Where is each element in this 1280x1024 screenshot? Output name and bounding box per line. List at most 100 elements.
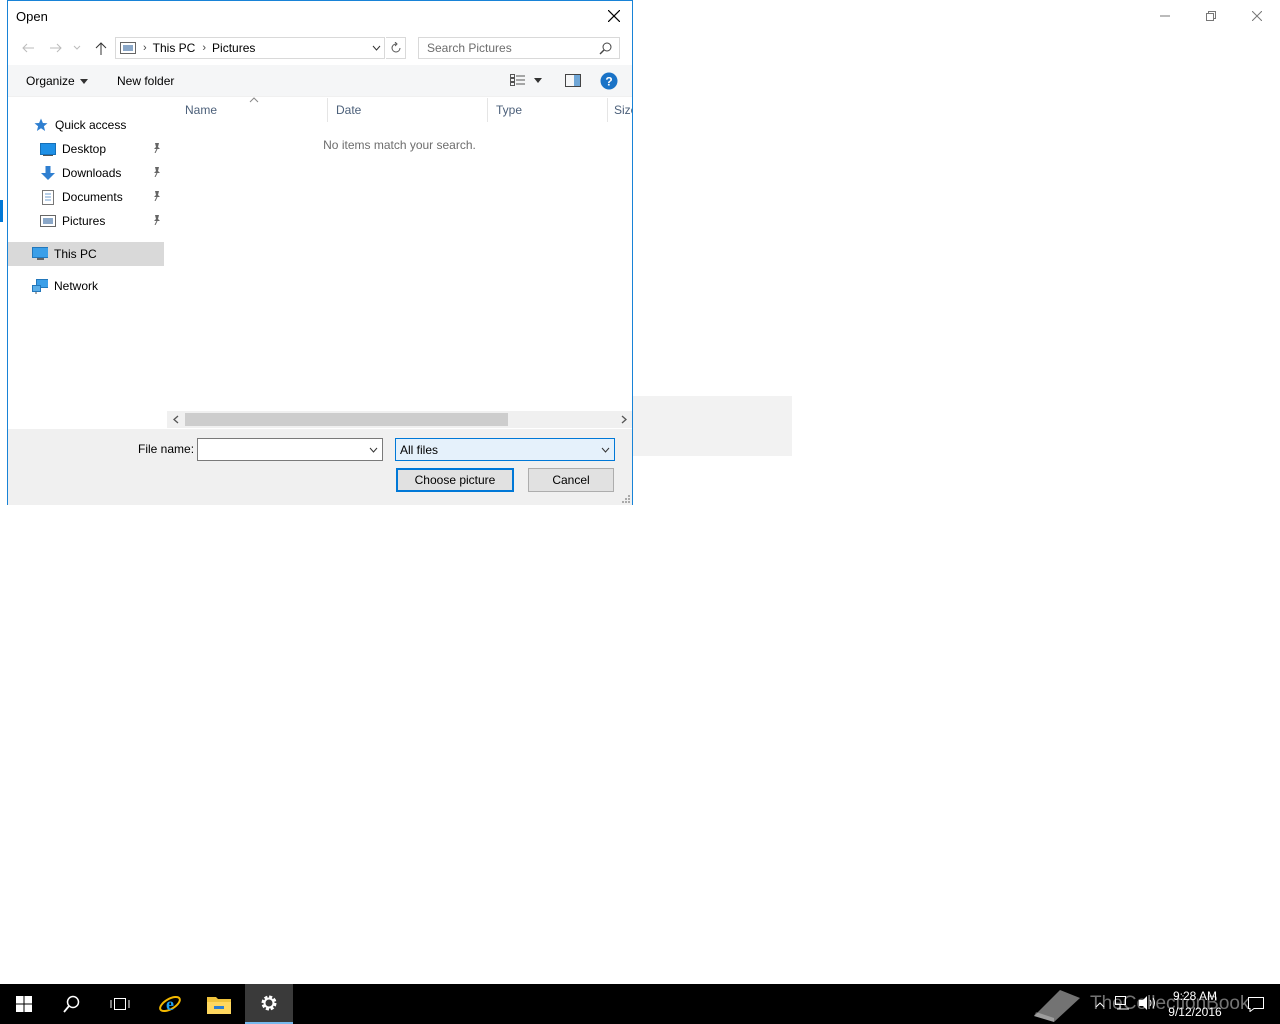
view-options-button[interactable] — [510, 74, 542, 86]
nav-label: Desktop — [62, 142, 107, 156]
forward-button[interactable] — [48, 40, 64, 56]
navigation-bar: › This PC › Pictures Search Pictures — [8, 35, 632, 63]
dialog-close-button[interactable] — [602, 5, 626, 27]
nav-item-downloads[interactable]: Downloads — [8, 161, 164, 185]
restore-button[interactable] — [1188, 0, 1234, 32]
desktop-icon — [40, 141, 56, 157]
network-icon — [32, 278, 48, 294]
pictures-icon — [40, 213, 56, 229]
choose-picture-button[interactable]: Choose picture — [396, 468, 514, 492]
nav-item-network[interactable]: Network — [8, 274, 164, 298]
forward-arrow-icon — [50, 43, 62, 53]
column-header-date[interactable]: Date — [328, 98, 488, 122]
close-icon — [608, 10, 620, 22]
navigation-pane: Quick access Desktop Downloads Documents — [8, 98, 168, 428]
nav-item-pictures[interactable]: Pictures — [8, 209, 164, 233]
refresh-button[interactable] — [386, 37, 406, 59]
new-folder-button[interactable]: New folder — [117, 74, 174, 88]
settings-button[interactable] — [245, 984, 293, 1024]
file-type-select[interactable]: All files — [395, 438, 615, 461]
search-placeholder: Search Pictures — [427, 41, 512, 55]
cancel-button[interactable]: Cancel — [528, 468, 614, 492]
chevron-down-icon — [79, 78, 88, 84]
nav-item-this-pc[interactable]: This PC — [8, 242, 164, 266]
recent-locations-button[interactable] — [72, 40, 82, 56]
task-view-icon — [110, 998, 130, 1010]
task-view-button[interactable] — [96, 984, 144, 1024]
column-header-size[interactable]: Size — [608, 98, 632, 122]
up-arrow-icon — [95, 41, 107, 55]
pin-icon[interactable] — [152, 190, 162, 204]
file-name-input[interactable] — [197, 438, 383, 461]
address-dropdown-button[interactable] — [368, 38, 384, 58]
scroll-right-button[interactable] — [615, 411, 632, 428]
help-icon: ? — [600, 72, 618, 90]
nav-label: This PC — [54, 247, 97, 261]
empty-message: No items match your search. — [323, 138, 476, 152]
breadcrumb-separator: › — [143, 42, 147, 54]
nav-item-quick-access[interactable]: Quick access — [8, 113, 164, 137]
open-dialog: Open › This PC › Pictures Search Picture… — [7, 0, 633, 505]
preview-pane-icon — [565, 74, 581, 87]
chevron-left-icon — [172, 415, 178, 424]
nav-label: Quick access — [55, 118, 127, 132]
back-arrow-icon — [22, 43, 34, 53]
refresh-icon — [391, 42, 400, 53]
scroll-left-button[interactable] — [167, 411, 184, 428]
nav-item-documents[interactable]: Documents — [8, 185, 164, 209]
address-bar[interactable]: › This PC › Pictures — [115, 37, 385, 59]
preview-pane-button[interactable] — [565, 74, 581, 90]
scroll-thumb[interactable] — [185, 413, 508, 426]
pin-icon[interactable] — [152, 142, 162, 156]
organize-label: Organize — [26, 74, 75, 88]
search-input[interactable]: Search Pictures — [418, 37, 620, 59]
file-name-dropdown-button[interactable] — [365, 439, 382, 460]
breadcrumb-pictures[interactable]: Pictures — [212, 41, 255, 55]
documents-icon — [40, 189, 56, 205]
watermark: TheCollectionBook — [1030, 984, 1270, 1024]
organize-button[interactable]: Organize — [26, 74, 88, 88]
svg-text:e: e — [166, 994, 174, 1014]
chevron-down-icon — [534, 77, 542, 83]
column-header-type[interactable]: Type — [488, 98, 608, 122]
close-icon — [1252, 11, 1262, 21]
file-type-value: All files — [400, 442, 439, 457]
resize-grip-icon[interactable] — [622, 495, 630, 503]
chevron-down-icon — [73, 45, 81, 50]
nav-item-desktop[interactable]: Desktop — [8, 137, 164, 161]
restore-icon — [1206, 11, 1216, 21]
back-button[interactable] — [20, 40, 36, 56]
breadcrumb-separator: › — [202, 42, 207, 54]
background-window-caption — [1142, 0, 1280, 32]
pictures-folder-icon — [120, 42, 136, 54]
breadcrumb-this-pc[interactable]: This PC — [153, 41, 196, 55]
help-button[interactable]: ? — [600, 72, 618, 93]
minimize-button[interactable] — [1142, 0, 1188, 32]
column-header-name[interactable]: Name — [177, 98, 328, 122]
nav-label: Documents — [62, 190, 123, 204]
command-toolbar: Organize New folder ? — [8, 65, 632, 97]
chevron-down-icon — [601, 447, 610, 453]
search-button[interactable] — [48, 984, 96, 1024]
star-icon — [33, 117, 49, 133]
gear-icon — [261, 995, 277, 1011]
dialog-footer: File name: All files Choose picture Canc… — [8, 429, 632, 505]
details-view-icon — [510, 74, 525, 86]
file-explorer-button[interactable] — [195, 984, 243, 1024]
start-button[interactable] — [0, 984, 48, 1024]
file-type-dropdown-button[interactable] — [597, 439, 614, 460]
internet-explorer-button[interactable]: e — [146, 984, 194, 1024]
pin-icon[interactable] — [152, 166, 162, 180]
svg-text:?: ? — [605, 75, 612, 89]
horizontal-scrollbar[interactable] — [167, 411, 632, 428]
downloads-icon — [40, 165, 56, 181]
up-button[interactable] — [93, 40, 109, 56]
chevron-down-icon — [372, 45, 380, 51]
dialog-title: Open — [16, 9, 48, 24]
file-list: Name Date Type Size No items match your … — [167, 97, 632, 411]
computer-icon — [32, 246, 48, 262]
close-background-button[interactable] — [1234, 0, 1280, 32]
file-name-label: File name: — [138, 442, 195, 456]
folder-icon — [207, 997, 231, 1014]
pin-icon[interactable] — [152, 214, 162, 228]
